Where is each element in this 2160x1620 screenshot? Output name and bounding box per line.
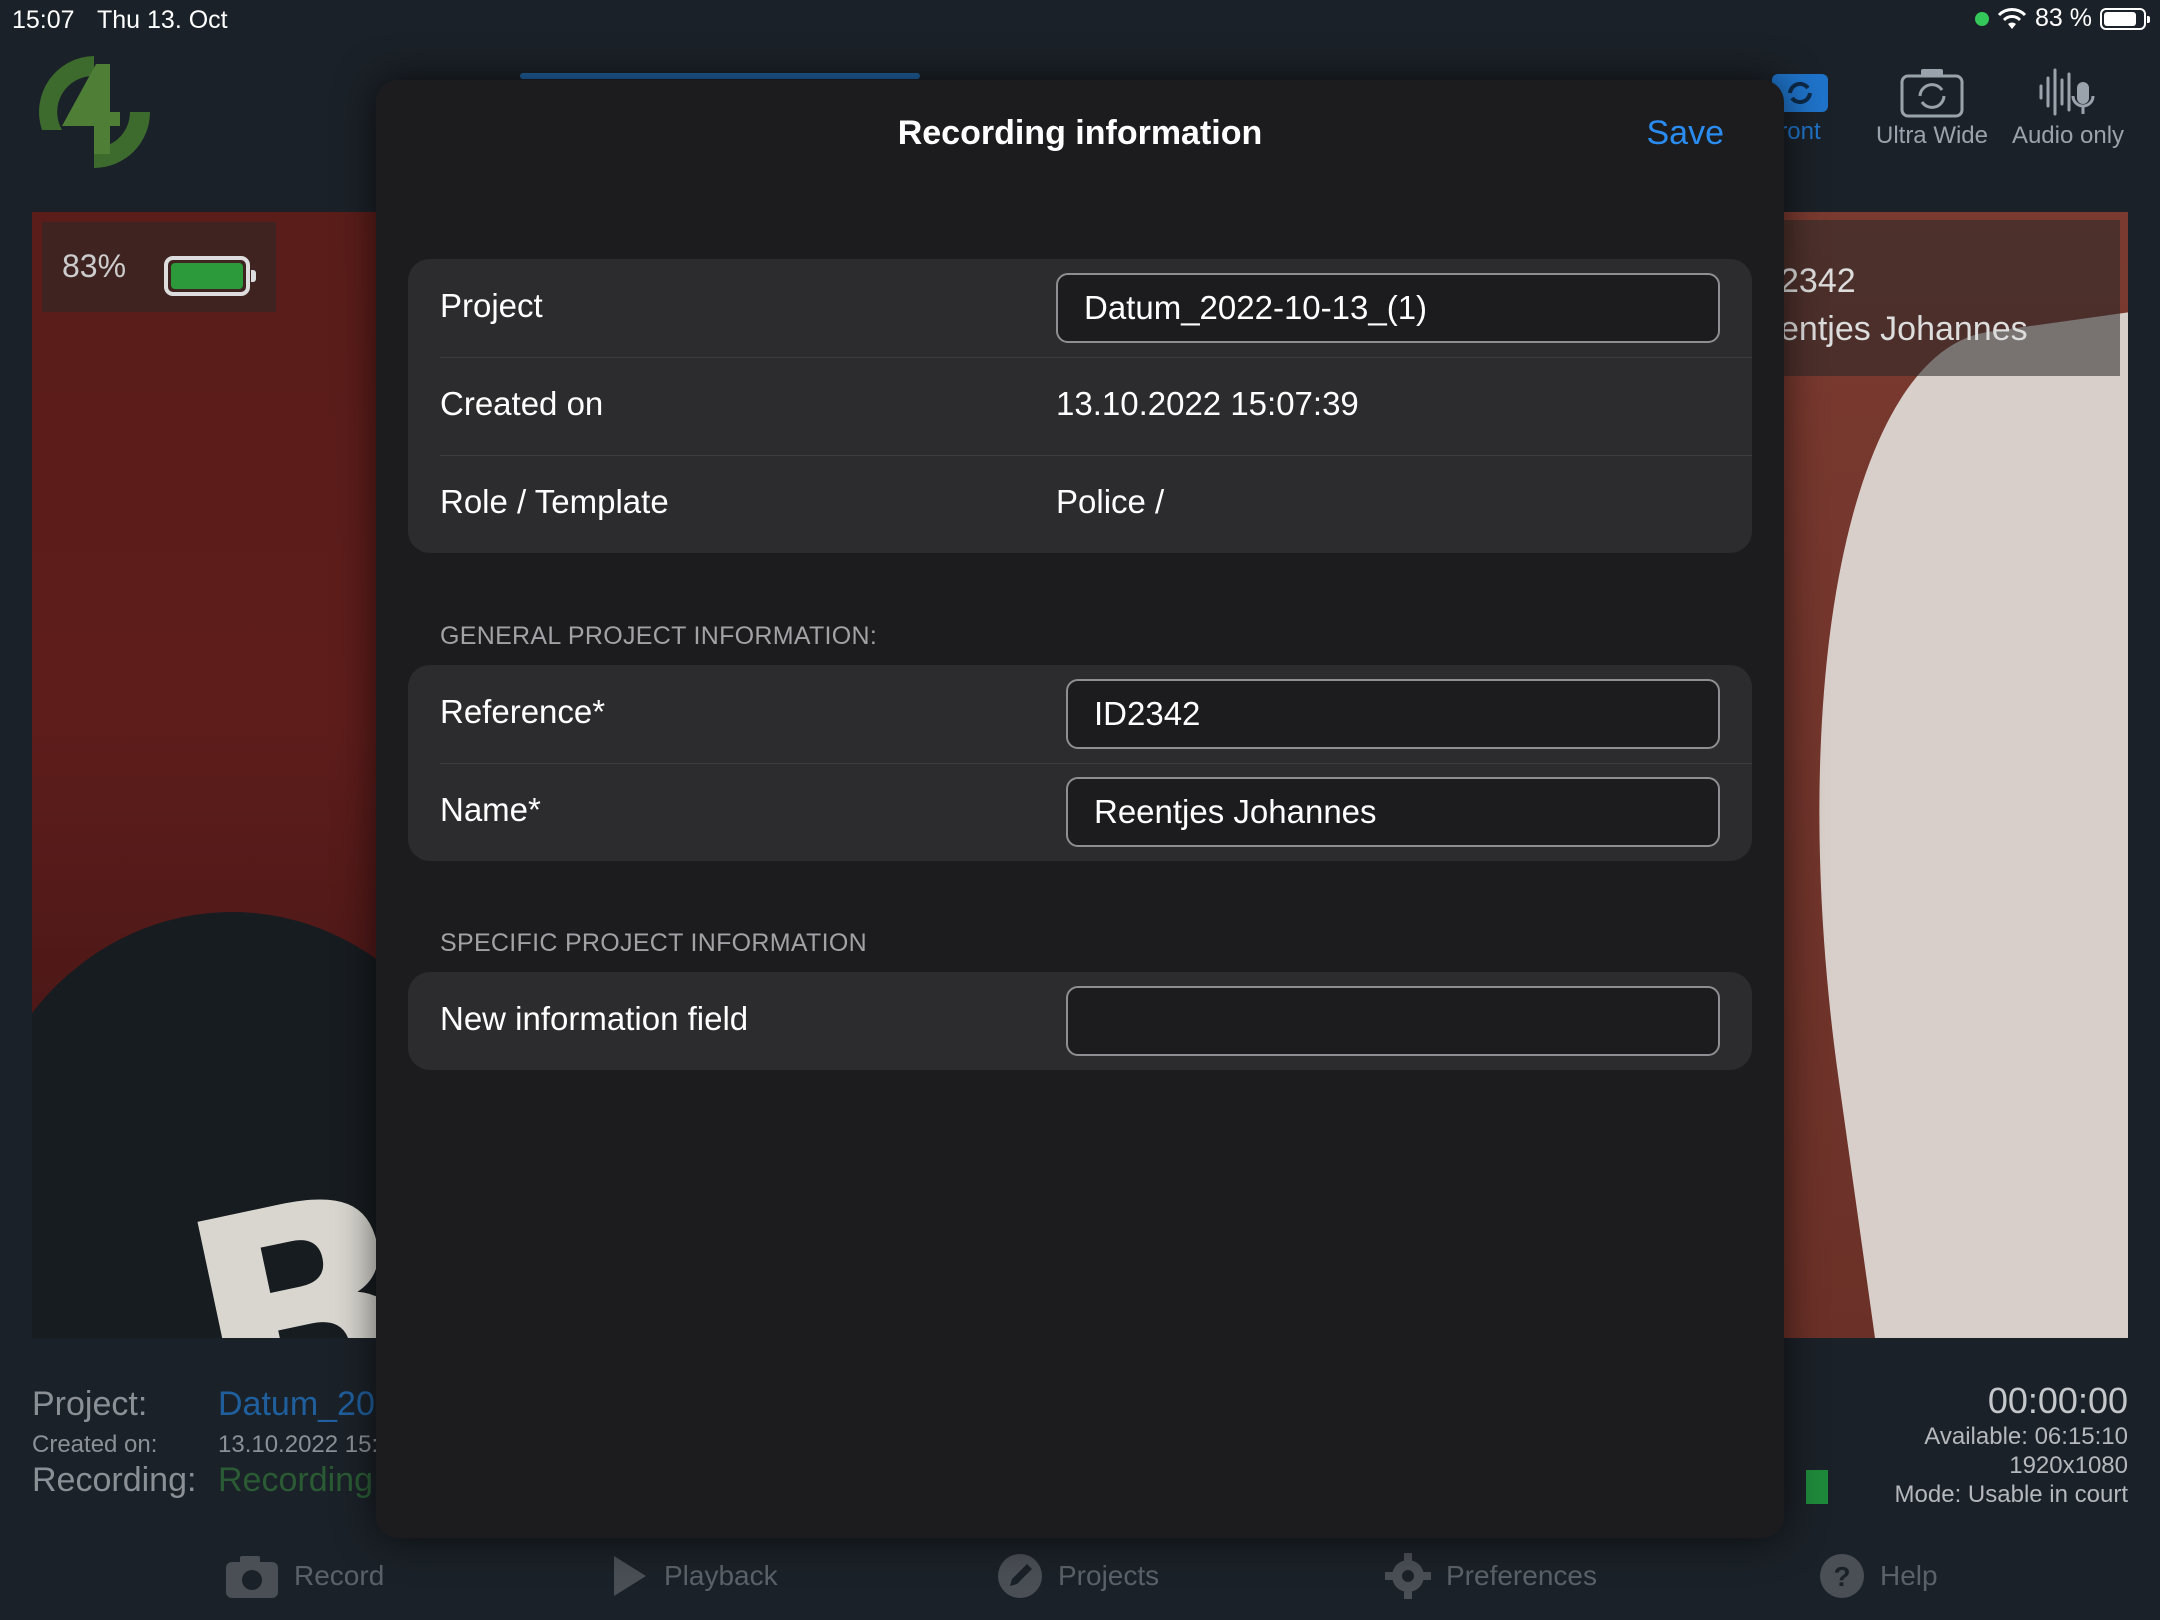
role-template-value: Police /: [1056, 483, 1165, 520]
nav-projects[interactable]: Projects: [996, 1552, 1159, 1600]
nav-preferences[interactable]: Preferences: [1384, 1552, 1597, 1600]
device-battery-percent: 83%: [62, 248, 127, 284]
audio-only-button[interactable]: Audio only: [1998, 66, 2138, 150]
nav-preferences-label: Preferences: [1446, 1560, 1597, 1591]
device-battery-icon: [164, 256, 256, 296]
project-summary-group: Project Created on 13.10.2022 15:07:39 R…: [408, 259, 1752, 553]
front-camera-label: ront: [1779, 118, 1821, 145]
row-reference: Reference*: [408, 665, 1752, 763]
bottom-nav: Record Playback Projects Preferences ? H: [0, 1540, 2160, 1620]
new-information-field-label: New information field: [440, 1000, 749, 1037]
reference-label: Reference*: [440, 693, 606, 730]
nav-record-label: Record: [294, 1560, 385, 1591]
resolution: 1920x1080: [2009, 1452, 2128, 1479]
general-info-header: GENERAL PROJECT INFORMATION:: [440, 622, 878, 650]
recording-label: Recording:: [32, 1461, 197, 1499]
project-label: Project:: [32, 1385, 148, 1423]
audio-only-label: Audio only: [2011, 122, 2125, 149]
available-time: Available: 06:15:10: [1924, 1423, 2128, 1450]
preview-info-overlay: 2342 entjes Johannes: [1780, 220, 2120, 376]
recording-status-panel: 00:00:00 Available: 06:15:10 1920x1080 M…: [1895, 1380, 2128, 1509]
nav-help-label: Help: [1880, 1560, 1938, 1591]
created-on-value: 13.10.2022 15:07:39: [1056, 385, 1359, 422]
role-template-label: Role / Template: [440, 483, 669, 520]
status-right: 83 %: [1975, 4, 2150, 33]
recording-value: Recording: [218, 1461, 373, 1499]
name-label: Name*: [440, 791, 541, 828]
recording-timer: 00:00:00: [1987, 1380, 2128, 1421]
top-mode-indicator: [520, 73, 920, 79]
name-input[interactable]: [1066, 777, 1720, 847]
preview-subject-arm: [1780, 308, 2128, 1338]
nav-playback[interactable]: Playback: [610, 1552, 778, 1600]
camera-preview-right: 2342 entjes Johannes: [1780, 212, 2128, 1338]
new-information-field-input[interactable]: [1066, 986, 1720, 1056]
wifi-icon: [1997, 7, 2027, 29]
created-value: 13.10.2022 15:: [218, 1431, 379, 1458]
row-created-on: Created on 13.10.2022 15:07:39: [408, 357, 1752, 455]
camera-preview-left: B 83%: [32, 212, 392, 1338]
gear-icon: [1385, 1553, 1431, 1599]
row-role-template: Role / Template Police /: [408, 455, 1752, 553]
camera-icon: [226, 1556, 278, 1598]
status-bar: 15:07 Thu 13. Oct 83 %: [0, 0, 2160, 40]
nav-record[interactable]: Record: [224, 1552, 384, 1600]
specific-info-group: New information field: [408, 972, 1752, 1070]
battery-icon: [2100, 7, 2150, 30]
overlay-reference: 2342: [1780, 262, 1856, 300]
microphone-waveform-icon: [2039, 68, 2095, 116]
app-logo: [39, 56, 150, 168]
ultra-wide-label: Ultra Wide: [1875, 122, 1989, 149]
status-time: 15:07: [12, 6, 75, 34]
nav-help[interactable]: ? Help: [1818, 1552, 1938, 1600]
help-icon: ?: [1820, 1554, 1864, 1598]
created-on-label: Created on: [440, 385, 604, 422]
status-battery-text: 83 %: [2035, 4, 2092, 32]
project-name-input[interactable]: [1056, 273, 1720, 343]
recording-information-modal: Recording information Save Project Creat…: [376, 80, 1784, 1538]
device-battery-overlay: 83%: [42, 222, 276, 312]
nav-playback-label: Playback: [664, 1560, 778, 1591]
modal-title: Recording information: [897, 114, 1263, 152]
project-field-label: Project: [440, 287, 543, 324]
created-label: Created on:: [32, 1431, 158, 1458]
status-date: Thu 13. Oct: [97, 6, 228, 34]
camera-rotate-icon: [1900, 69, 1964, 118]
row-new-information-field: New information field: [408, 972, 1752, 1070]
pencil-circle-icon: [998, 1554, 1042, 1598]
row-project: Project: [408, 259, 1752, 357]
project-link[interactable]: Datum_20: [218, 1385, 375, 1424]
reference-input[interactable]: [1066, 679, 1720, 749]
overlay-name: entjes Johannes: [1780, 310, 2028, 348]
general-info-group: Reference* Name*: [408, 665, 1752, 861]
camera-in-use-indicator: [1975, 11, 1990, 26]
ultra-wide-button[interactable]: Ultra Wide: [1862, 66, 2002, 150]
audio-level-meter: [1806, 1470, 1828, 1504]
recording-mode: Mode: Usable in court: [1894, 1481, 2128, 1508]
save-button[interactable]: Save: [1647, 114, 1725, 153]
specific-info-header: SPECIFIC PROJECT INFORMATION: [440, 929, 867, 957]
nav-projects-label: Projects: [1058, 1560, 1160, 1591]
play-icon: [614, 1556, 646, 1596]
svg-text:?: ?: [1833, 1561, 1850, 1592]
row-name: Name*: [408, 763, 1752, 861]
